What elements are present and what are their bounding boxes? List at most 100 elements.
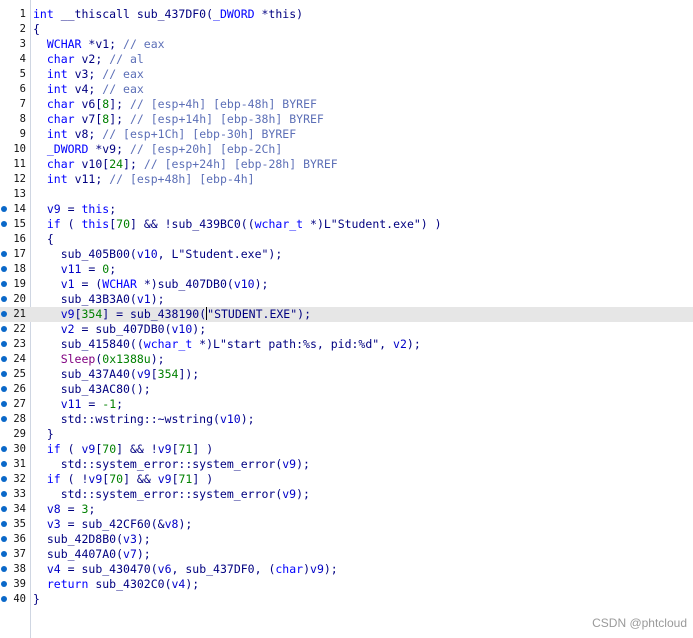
code-text[interactable]: v4 = sub_430470(v6, sub_437DF0, (char)v9… xyxy=(33,562,338,577)
code-text[interactable]: int v8; // [esp+1Ch] [ebp-30h] BYREF xyxy=(33,127,296,142)
code-line[interactable]: 7 char v6[8]; // [esp+4h] [ebp-48h] BYRE… xyxy=(0,97,693,112)
code-text[interactable]: int __thiscall sub_437DF0(_DWORD *this) xyxy=(33,7,303,22)
code-text[interactable]: char v6[8]; // [esp+4h] [ebp-48h] BYREF xyxy=(33,97,317,112)
code-text[interactable]: if ( this[70] && !sub_439BC0((wchar_t *)… xyxy=(33,217,442,232)
code-line[interactable]: 20 sub_43B3A0(v1); xyxy=(0,292,693,307)
code-text[interactable]: sub_415840((wchar_t *)L"start path:%s, p… xyxy=(33,337,421,352)
code-line[interactable]: 10 _DWORD *v9; // [esp+20h] [ebp-2Ch] xyxy=(0,142,693,157)
code-line[interactable]: 9 int v8; // [esp+1Ch] [ebp-30h] BYREF xyxy=(0,127,693,142)
breakpoint-marker-icon[interactable] xyxy=(1,506,7,512)
code-line[interactable]: 39 return sub_4302C0(v4); xyxy=(0,577,693,592)
breakpoint-marker-icon[interactable] xyxy=(1,491,7,497)
breakpoint-marker-icon[interactable] xyxy=(1,446,7,452)
code-text[interactable]: std::wstring::~wstring(v10); xyxy=(33,412,255,427)
code-text[interactable]: { xyxy=(33,22,40,37)
code-line[interactable]: 13 xyxy=(0,187,693,202)
code-line[interactable]: 38 v4 = sub_430470(v6, sub_437DF0, (char… xyxy=(0,562,693,577)
breakpoint-marker-icon[interactable] xyxy=(1,311,7,317)
code-line[interactable]: 5 int v3; // eax xyxy=(0,67,693,82)
code-line[interactable]: 24 Sleep(0x1388u); xyxy=(0,352,693,367)
code-text[interactable]: v8 = 3; xyxy=(33,502,96,517)
code-text[interactable]: v3 = sub_42CF60(&v8); xyxy=(33,517,192,532)
breakpoint-marker-icon[interactable] xyxy=(1,476,7,482)
breakpoint-marker-icon[interactable] xyxy=(1,296,7,302)
code-line[interactable]: 11 char v10[24]; // [esp+24h] [ebp-28h] … xyxy=(0,157,693,172)
code-text[interactable]: int v3; // eax xyxy=(33,67,144,82)
breakpoint-marker-icon[interactable] xyxy=(1,386,7,392)
code-text[interactable]: v2 = sub_407DB0(v10); xyxy=(33,322,206,337)
code-text[interactable]: { xyxy=(33,232,54,247)
breakpoint-marker-icon[interactable] xyxy=(1,581,7,587)
code-text[interactable]: sub_42D8B0(v3); xyxy=(33,532,151,547)
code-text[interactable]: Sleep(0x1388u); xyxy=(33,352,165,367)
code-line[interactable]: 3 WCHAR *v1; // eax xyxy=(0,37,693,52)
code-text[interactable]: sub_43AC80(); xyxy=(33,382,151,397)
code-line[interactable]: 40} xyxy=(0,592,693,607)
code-line[interactable]: 25 sub_437A40(v9[354]); xyxy=(0,367,693,382)
breakpoint-marker-icon[interactable] xyxy=(1,206,7,212)
code-text[interactable]: int v4; // eax xyxy=(33,82,144,97)
pseudocode-view[interactable]: 1 int __thiscall sub_437DF0(_DWORD *this)… xyxy=(0,7,693,607)
code-line[interactable]: 19 v1 = (WCHAR *)sub_407DB0(v10); xyxy=(0,277,693,292)
code-text[interactable]: } xyxy=(33,427,54,442)
code-line[interactable]: 18 v11 = 0; xyxy=(0,262,693,277)
code-line[interactable]: 8 char v7[8]; // [esp+14h] [ebp-38h] BYR… xyxy=(0,112,693,127)
breakpoint-marker-icon[interactable] xyxy=(1,596,7,602)
code-line[interactable]: 31 std::system_error::system_error(v9); xyxy=(0,457,693,472)
code-line[interactable]: 16 { xyxy=(0,232,693,247)
code-line[interactable]: 23 sub_415840((wchar_t *)L"start path:%s… xyxy=(0,337,693,352)
code-text[interactable]: v9[354] = sub_438190("STUDENT.EXE"); xyxy=(33,307,311,322)
code-text[interactable]: char v2; // al xyxy=(33,52,144,67)
breakpoint-marker-icon[interactable] xyxy=(1,251,7,257)
code-text[interactable]: _DWORD *v9; // [esp+20h] [ebp-2Ch] xyxy=(33,142,282,157)
breakpoint-marker-icon[interactable] xyxy=(1,536,7,542)
code-text[interactable]: int v11; // [esp+48h] [ebp-4h] xyxy=(33,172,255,187)
breakpoint-marker-icon[interactable] xyxy=(1,266,7,272)
code-line[interactable]: 35 v3 = sub_42CF60(&v8); xyxy=(0,517,693,532)
code-text[interactable]: sub_405B00(v10, L"Student.exe"); xyxy=(33,247,283,262)
code-line[interactable]: 21 v9[354] = sub_438190("STUDENT.EXE"); xyxy=(0,307,693,322)
breakpoint-marker-icon[interactable] xyxy=(1,551,7,557)
breakpoint-marker-icon[interactable] xyxy=(1,416,7,422)
breakpoint-marker-icon[interactable] xyxy=(1,326,7,332)
code-line[interactable]: 32 if ( !v9[70] && v9[71] ) xyxy=(0,472,693,487)
breakpoint-marker-icon[interactable] xyxy=(1,401,7,407)
code-line[interactable]: 1 int __thiscall sub_437DF0(_DWORD *this) xyxy=(0,7,693,22)
code-line[interactable]: 15 if ( this[70] && !sub_439BC0((wchar_t… xyxy=(0,217,693,232)
code-line[interactable]: 28 std::wstring::~wstring(v10); xyxy=(0,412,693,427)
code-text[interactable]: if ( v9[70] && !v9[71] ) xyxy=(33,442,213,457)
code-line[interactable]: 34 v8 = 3; xyxy=(0,502,693,517)
code-text[interactable]: v9 = this; xyxy=(33,202,116,217)
code-line[interactable]: 14 v9 = this; xyxy=(0,202,693,217)
breakpoint-marker-icon[interactable] xyxy=(1,356,7,362)
code-text[interactable]: sub_437A40(v9[354]); xyxy=(33,367,200,382)
code-text[interactable]: sub_43B3A0(v1); xyxy=(33,292,165,307)
code-line[interactable]: 27 v11 = -1; xyxy=(0,397,693,412)
code-line[interactable]: 17 sub_405B00(v10, L"Student.exe"); xyxy=(0,247,693,262)
code-text[interactable]: v11 = -1; xyxy=(33,397,123,412)
code-text[interactable]: return sub_4302C0(v4); xyxy=(33,577,199,592)
code-line[interactable]: 36 sub_42D8B0(v3); xyxy=(0,532,693,547)
code-line[interactable]: 30 if ( v9[70] && !v9[71] ) xyxy=(0,442,693,457)
breakpoint-marker-icon[interactable] xyxy=(1,461,7,467)
breakpoint-marker-icon[interactable] xyxy=(1,566,7,572)
code-text[interactable]: std::system_error::system_error(v9); xyxy=(33,457,310,472)
breakpoint-marker-icon[interactable] xyxy=(1,521,7,527)
code-text[interactable]: v11 = 0; xyxy=(33,262,116,277)
code-text[interactable]: char v10[24]; // [esp+24h] [ebp-28h] BYR… xyxy=(33,157,338,172)
code-text[interactable]: } xyxy=(33,592,40,607)
breakpoint-marker-icon[interactable] xyxy=(1,371,7,377)
breakpoint-marker-icon[interactable] xyxy=(1,221,7,227)
code-text[interactable]: sub_4407A0(v7); xyxy=(33,547,151,562)
code-text[interactable]: char v7[8]; // [esp+14h] [ebp-38h] BYREF xyxy=(33,112,324,127)
code-text[interactable]: WCHAR *v1; // eax xyxy=(33,37,165,52)
code-line[interactable]: 4 char v2; // al xyxy=(0,52,693,67)
code-text[interactable]: std::system_error::system_error(v9); xyxy=(33,487,310,502)
code-line[interactable]: 12 int v11; // [esp+48h] [ebp-4h] xyxy=(0,172,693,187)
code-text[interactable]: v1 = (WCHAR *)sub_407DB0(v10); xyxy=(33,277,269,292)
breakpoint-marker-icon[interactable] xyxy=(1,281,7,287)
code-line[interactable]: 6 int v4; // eax xyxy=(0,82,693,97)
code-line[interactable]: 26 sub_43AC80(); xyxy=(0,382,693,397)
code-line[interactable]: 2{ xyxy=(0,22,693,37)
code-text[interactable]: if ( !v9[70] && v9[71] ) xyxy=(33,472,213,487)
